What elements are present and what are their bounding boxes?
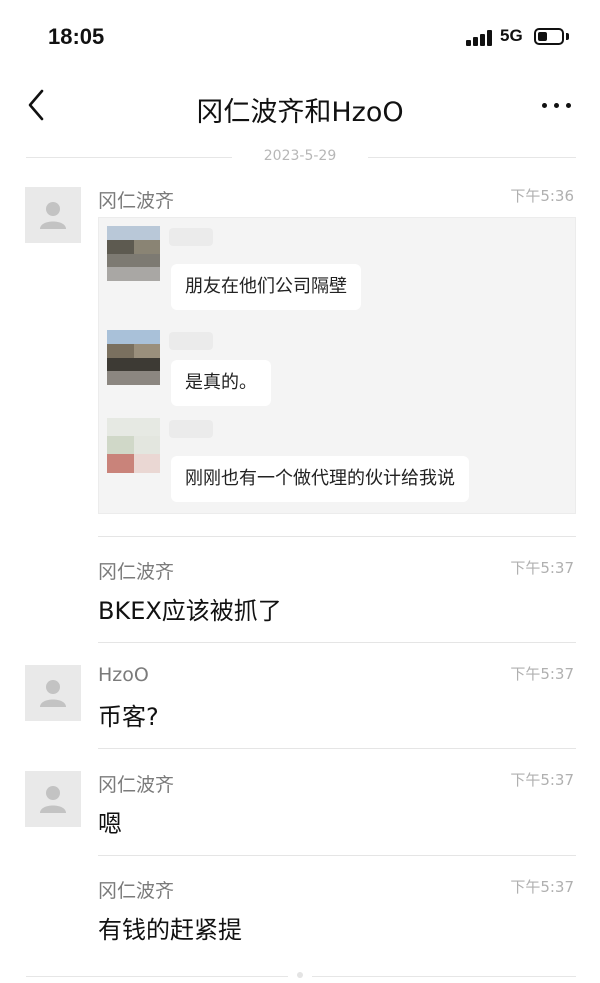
battery-tip [566,33,569,40]
message-text[interactable]: 有钱的赶紧提 [98,910,242,945]
message-separator [98,855,576,856]
sender-name: 冈仁波齐 [98,561,175,583]
sender-name: HzoO [98,664,149,686]
message-time: 下午5:37 [510,878,574,896]
message-separator [98,642,576,643]
avatar[interactable] [25,665,81,721]
message-separator [98,748,576,749]
message-separator [98,536,576,537]
battery-icon [534,28,564,45]
message-time: 下午5:37 [510,665,574,683]
message-text[interactable]: 币客? [98,697,159,732]
default-user-icon [40,680,66,707]
forwarded-name-blurred [169,420,213,438]
bottom-divider-right [312,976,576,977]
divider-line-right [368,157,576,158]
nav-bar: 冈仁波齐和HzoO [0,70,600,140]
default-user-icon [40,202,66,229]
status-time: 18:05 [48,24,105,49]
status-bar: 18:05 5G [0,0,600,70]
sender-name: 冈仁波齐 [98,190,175,212]
avatar[interactable] [25,771,81,827]
page-title: 冈仁波齐和HzoO [196,97,404,128]
default-user-icon [40,786,66,813]
bottom-divider-left [26,976,288,977]
message-time: 下午5:37 [510,771,574,789]
forwarded-message: 朋友在他们公司隔壁 [171,264,361,310]
forwarded-chat-card[interactable]: 朋友在他们公司隔壁 是真的。 刚刚也有一个做代理的伙计给我说 [98,217,576,514]
message-text[interactable]: BKEX应该被抓了 [98,591,282,626]
avatar[interactable] [25,187,81,243]
forwarded-avatar-blurred [107,418,160,473]
chevron-left-icon[interactable] [26,87,60,123]
date-divider: 2023-5-29 [0,146,600,170]
forwarded-name-blurred [169,228,213,246]
more-dots-icon[interactable] [536,100,576,112]
sender-name: 冈仁波齐 [98,880,175,902]
forwarded-avatar-blurred [107,226,160,281]
message-time: 下午5:36 [510,187,574,205]
sender-name: 冈仁波齐 [98,774,175,796]
forwarded-message: 刚刚也有一个做代理的伙计给我说 [171,456,469,502]
network-type: 5G [500,26,523,45]
message-time: 下午5:37 [510,559,574,577]
cellular-signal-icon [466,30,494,46]
bottom-divider-dot [297,972,303,978]
forwarded-message: 是真的。 [171,360,271,406]
forwarded-name-blurred [169,332,213,350]
forwarded-avatar-blurred [107,330,160,385]
date-label: 2023-5-29 [263,148,337,164]
message-text[interactable]: 嗯 [98,804,122,839]
